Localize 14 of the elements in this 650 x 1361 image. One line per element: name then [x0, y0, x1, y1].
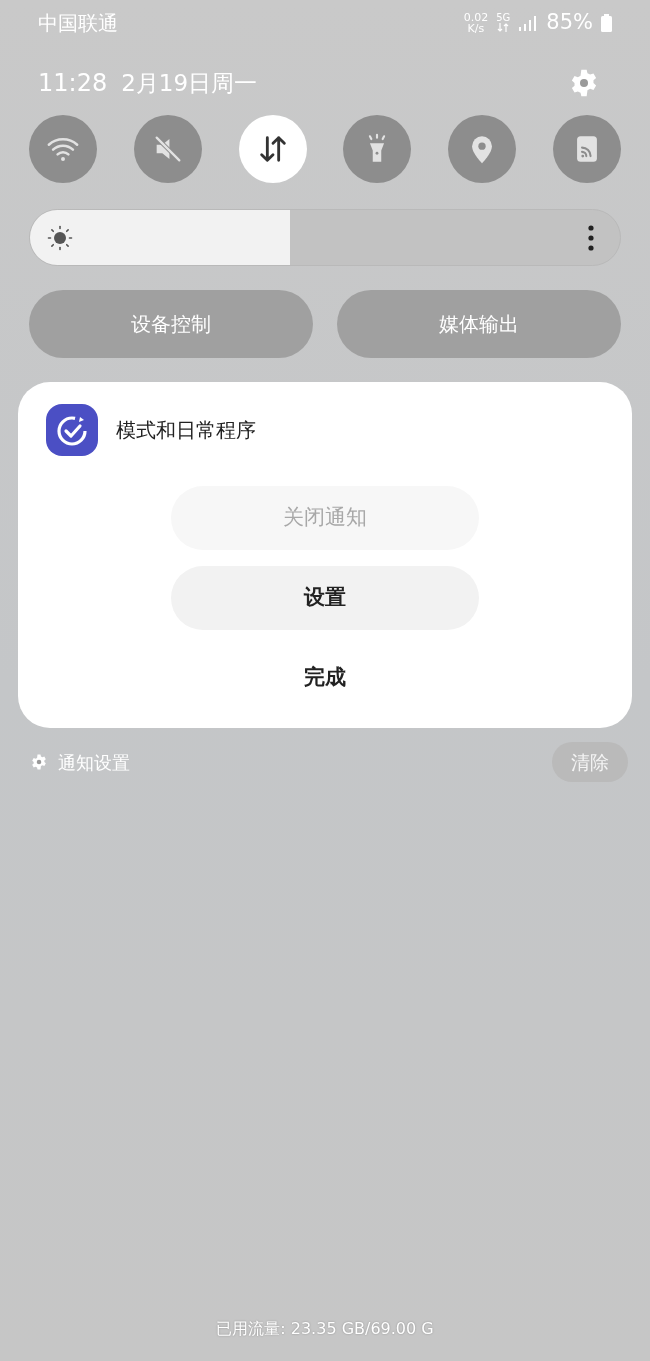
notification-action-button[interactable]: 设置	[171, 566, 479, 630]
data-activity-icon	[497, 23, 510, 32]
app-name: 模式和日常程序	[116, 417, 256, 444]
settings-icon[interactable]	[30, 753, 48, 771]
quick-panel-button[interactable]: 媒体输出	[337, 290, 621, 358]
quick-panel-button[interactable]: 设备控制	[29, 290, 313, 358]
notification-action-button[interactable]: 完成	[171, 646, 479, 710]
more-options-icon[interactable]	[588, 225, 594, 251]
sun-icon	[46, 224, 74, 252]
app-icon	[46, 404, 98, 456]
signal-icon	[518, 14, 539, 31]
battery-icon	[601, 13, 612, 32]
data-usage-text: 已用流量: 23.35 GB/69.00 G	[216, 1318, 434, 1340]
notification-settings-link[interactable]: 通知设置	[58, 748, 130, 776]
